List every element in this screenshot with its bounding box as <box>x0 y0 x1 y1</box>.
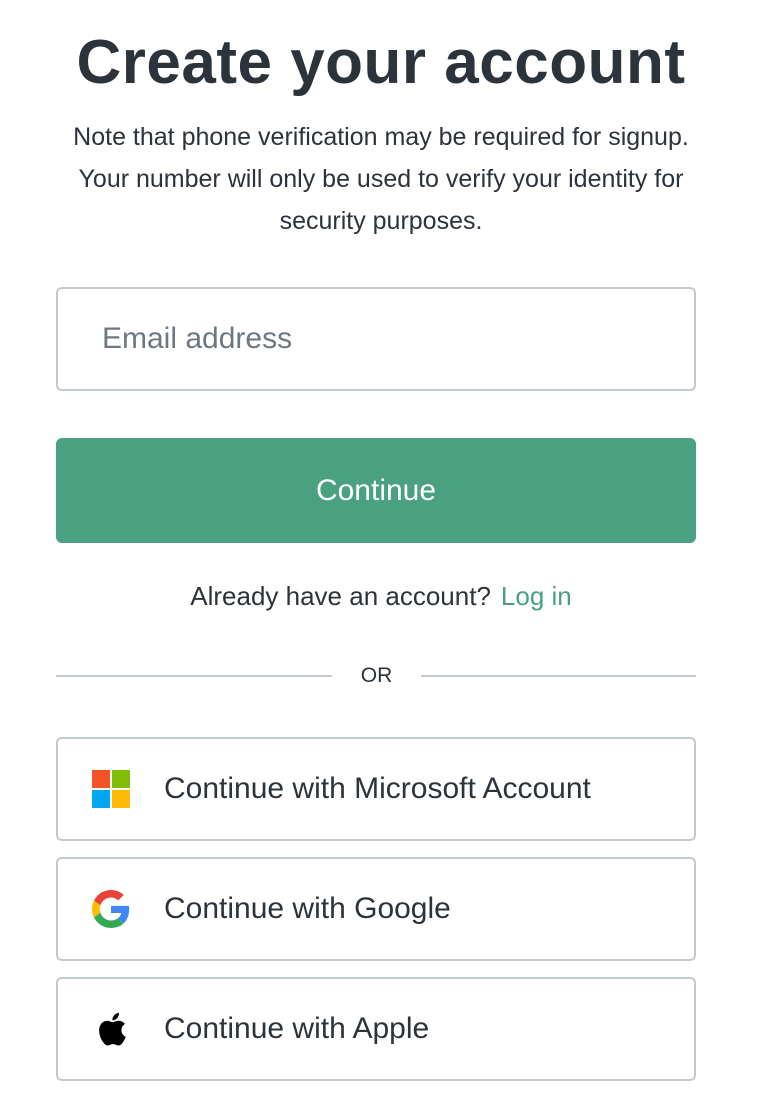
google-login-button[interactable]: Continue with Google <box>56 857 696 961</box>
divider-text: OR <box>360 664 393 687</box>
divider-line-right <box>421 675 696 677</box>
microsoft-icon <box>92 770 130 808</box>
login-prompt: Already have an account? <box>190 581 491 611</box>
microsoft-login-label: Continue with Microsoft Account <box>164 772 591 805</box>
login-row: Already have an account? Log in <box>0 576 762 616</box>
apple-login-button[interactable]: Continue with Apple <box>56 977 696 1081</box>
page-subtitle: Note that phone verification may be requ… <box>73 123 689 235</box>
google-icon <box>92 890 130 928</box>
continue-button[interactable]: Continue <box>56 438 696 543</box>
email-field[interactable] <box>56 287 696 391</box>
google-login-label: Continue with Google <box>164 892 451 925</box>
microsoft-login-button[interactable]: Continue with Microsoft Account <box>56 737 696 841</box>
apple-login-label: Continue with Apple <box>164 1012 430 1045</box>
page-title: Create your account <box>76 28 686 97</box>
login-link[interactable]: Log in <box>501 581 572 611</box>
divider-line-left <box>56 675 332 677</box>
apple-icon <box>92 1010 130 1048</box>
